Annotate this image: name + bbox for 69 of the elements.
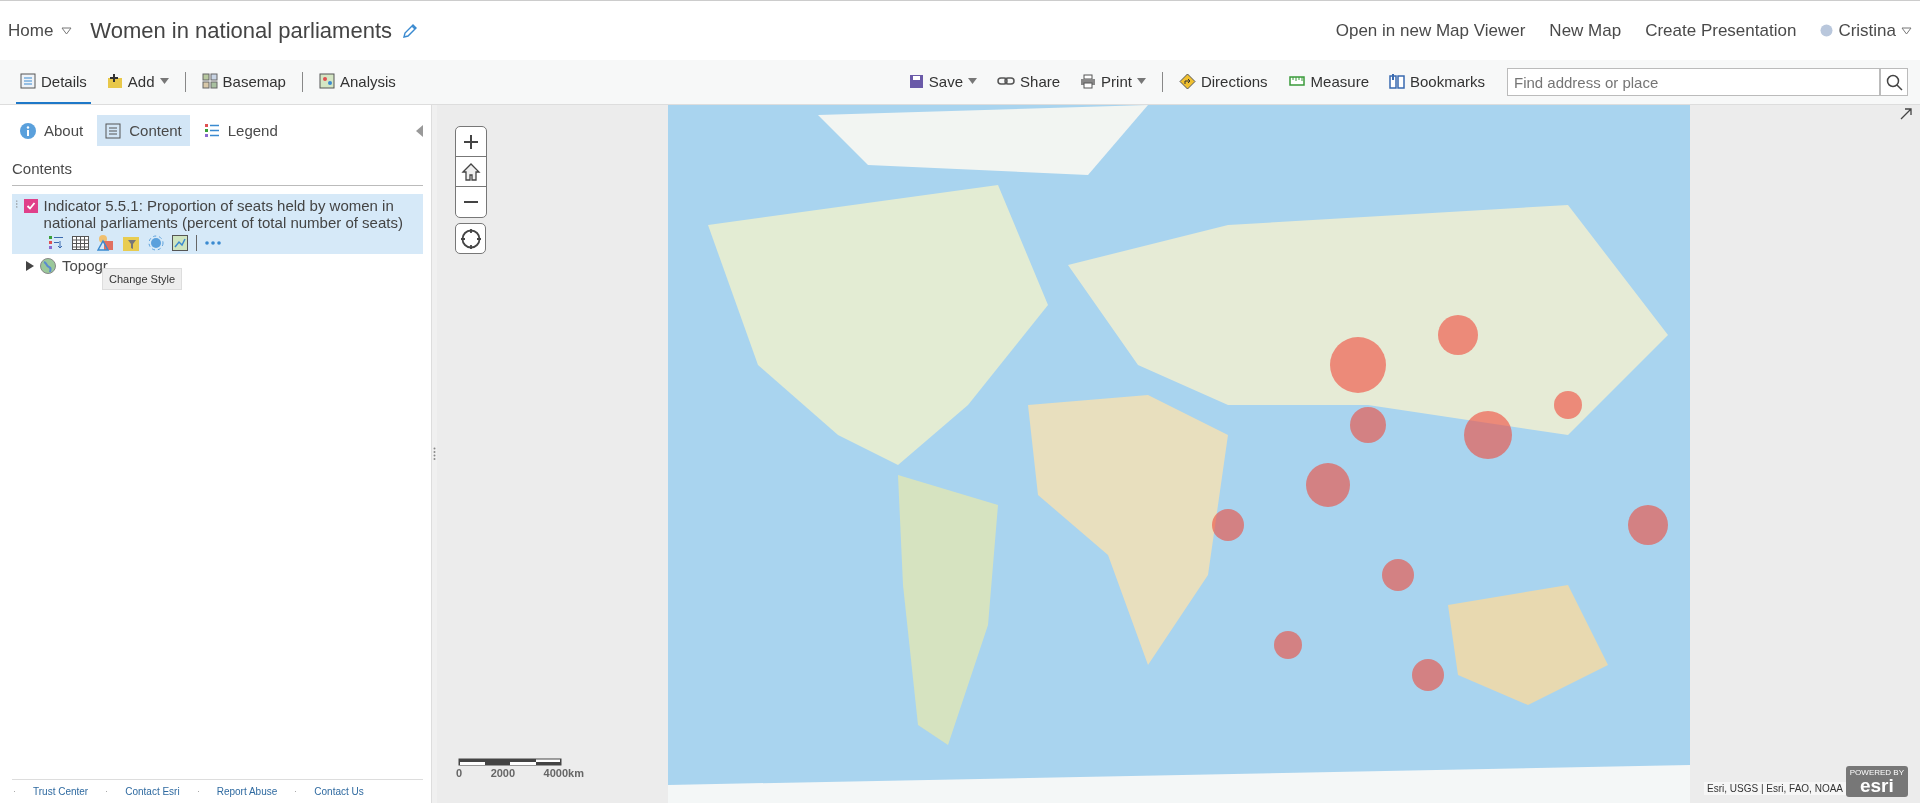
- book-icon: [1388, 73, 1405, 89]
- footer-link[interactable]: Contact Esri: [125, 786, 180, 797]
- add-layer-icon: [106, 73, 123, 89]
- analysis-icon: [318, 73, 335, 89]
- footer-link[interactable]: Contact Us: [314, 786, 364, 797]
- locate-button[interactable]: [455, 223, 486, 254]
- map-title: Women in national parliaments: [90, 17, 392, 44]
- caret-icon: [1901, 26, 1912, 35]
- search-field[interactable]: Find address or place: [1507, 68, 1880, 96]
- printer-icon: [1080, 73, 1097, 89]
- caret-icon: [61, 26, 73, 35]
- toolbar-tab[interactable]: Add: [102, 60, 173, 104]
- circle-icon[interactable]: [147, 234, 164, 251]
- header-link[interactable]: Open in new Map Viewer: [1335, 20, 1526, 41]
- toolbar-tab[interactable]: Basemap: [197, 60, 290, 104]
- ruler-icon: [1287, 74, 1306, 88]
- details-icon: [20, 73, 36, 89]
- crosshair-icon: [459, 227, 482, 250]
- scale-label: 4000km: [543, 767, 584, 779]
- user-menu[interactable]: Cristina: [1820, 20, 1912, 41]
- toolbar-button[interactable]: Save: [904, 60, 982, 104]
- more-icon[interactable]: [204, 240, 221, 245]
- plus-icon: [463, 133, 479, 150]
- home-icon: [461, 161, 481, 182]
- collapse-icon[interactable]: [416, 124, 423, 137]
- legend-icon: [203, 122, 220, 139]
- filter-icon[interactable]: [121, 234, 140, 251]
- panel-tab[interactable]: About: [12, 115, 92, 146]
- layer-name: Indicator 5.5.1: Proportion of seats held by women in national parliaments (percent of total number of seats): [43, 197, 404, 231]
- toolbar-tab[interactable]: Analysis: [314, 60, 400, 104]
- map-icon[interactable]: [171, 234, 188, 251]
- contents-heading: Contents: [12, 146, 423, 186]
- avatar-icon: [1820, 24, 1834, 37]
- panel-tab[interactable]: Legend: [195, 115, 286, 146]
- tooltip: Change Style: [102, 268, 183, 290]
- globe-icon: [40, 257, 56, 274]
- list-icon: [105, 122, 122, 139]
- toolbar-button[interactable]: Directions: [1174, 60, 1272, 104]
- layer-checkbox[interactable]: [23, 199, 38, 213]
- expand-icon[interactable]: [26, 260, 34, 271]
- panel-tab[interactable]: Content: [97, 115, 190, 146]
- toolbar-button[interactable]: Bookmarks: [1384, 60, 1489, 104]
- layer-item[interactable]: Indicator 5.5.1: Proportion of seats held by women in national parliaments (percent of total number of seats): [12, 194, 423, 254]
- attribution: Esri, USGS | Esri, FAO, NOAA: [1704, 782, 1846, 795]
- link-icon: [997, 76, 1016, 86]
- grid-icon: [201, 73, 218, 89]
- footer-link[interactable]: Trust Center: [33, 786, 89, 797]
- resize-handle-icon[interactable]: [433, 447, 436, 461]
- search-button[interactable]: [1880, 68, 1908, 96]
- toolbar-button[interactable]: Share: [993, 60, 1065, 104]
- search-icon: [1885, 73, 1903, 91]
- header-link[interactable]: Create Presentation: [1645, 20, 1797, 41]
- directions-icon: [1178, 72, 1196, 90]
- toolbar-button[interactable]: Measure: [1283, 60, 1373, 104]
- minus-icon: [463, 201, 479, 203]
- shapes-icon[interactable]: [96, 234, 114, 251]
- scale-label: 2000: [490, 767, 516, 779]
- info-icon: [20, 122, 36, 139]
- pencil-icon[interactable]: [402, 22, 418, 39]
- toolbar-button[interactable]: Print: [1076, 60, 1150, 104]
- legend-icon[interactable]: [47, 234, 64, 251]
- footer-link[interactable]: Report Abuse: [216, 786, 278, 797]
- esri-logo[interactable]: POWERED BY esri: [1845, 766, 1908, 797]
- expand-icon[interactable]: [1900, 108, 1912, 120]
- header-link[interactable]: New Map: [1549, 20, 1622, 41]
- home-menu[interactable]: Home: [8, 20, 73, 41]
- scale-label: 0: [456, 767, 463, 779]
- save-icon: [908, 73, 924, 89]
- table-icon[interactable]: [71, 235, 89, 250]
